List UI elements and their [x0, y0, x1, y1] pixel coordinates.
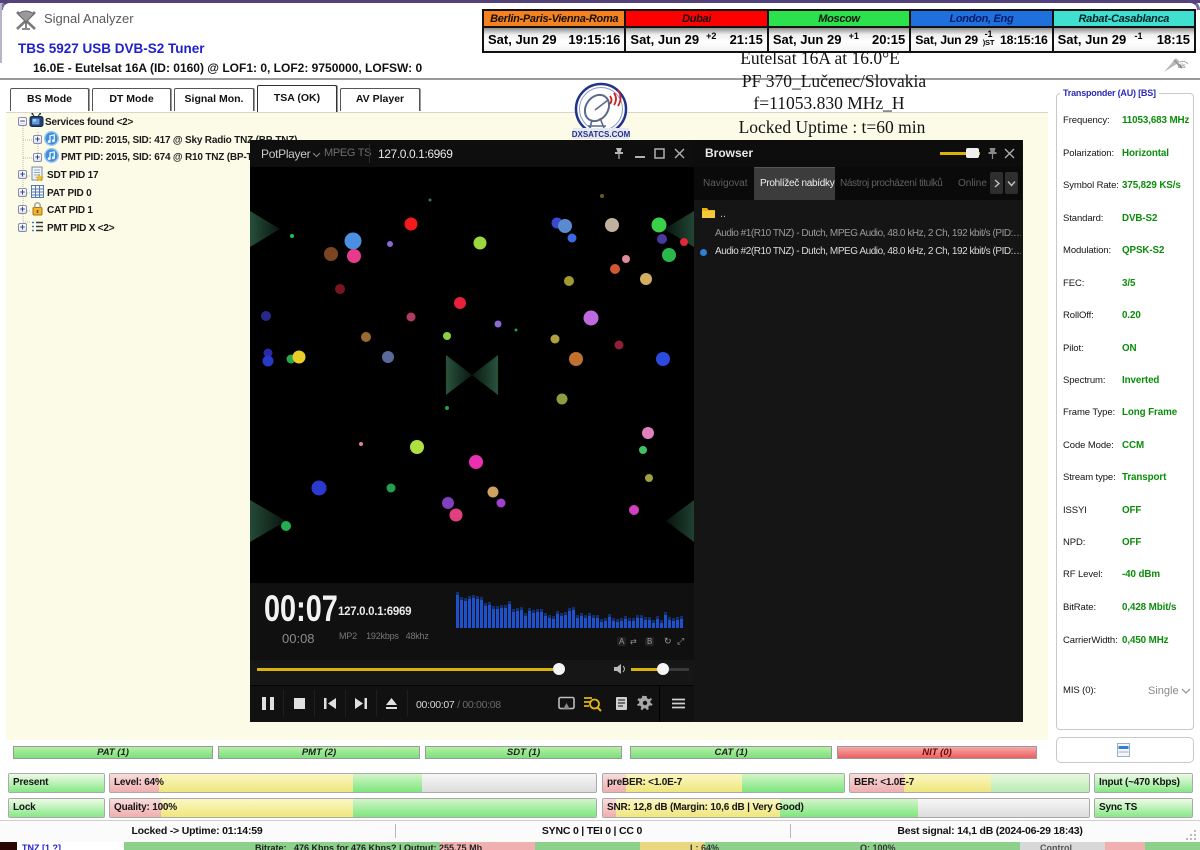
- svg-text:DXSATCS.COM: DXSATCS.COM: [572, 130, 631, 139]
- svg-text:dis: dis: [1178, 64, 1186, 70]
